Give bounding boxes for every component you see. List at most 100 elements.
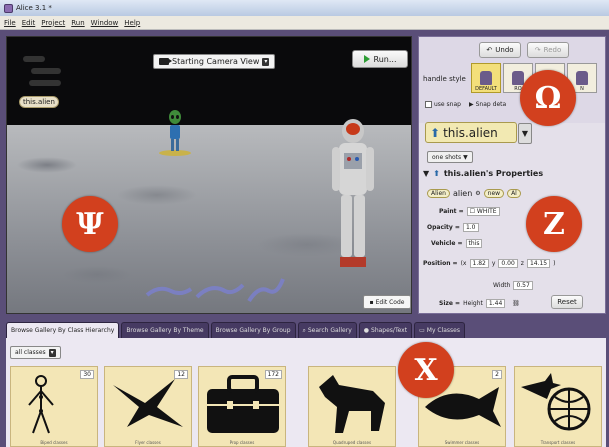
position-close-paren: ) [553, 260, 556, 267]
figure-icon [512, 71, 524, 85]
tile-name: Transport classes [540, 440, 576, 445]
paint-row: Paint = ☐ WHITE [439, 207, 500, 216]
menu-help[interactable]: Help [124, 19, 140, 27]
undo-label: Undo [495, 46, 514, 54]
tab-search[interactable]: ⌕ Search Gallery [297, 322, 357, 338]
camera-view-dropdown[interactable]: Starting Camera View ▾ [153, 54, 276, 69]
position-y-field[interactable]: 0.00 [498, 259, 518, 268]
title-bar: Alice 3.1 * [0, 0, 609, 16]
menu-run[interactable]: Run [71, 19, 84, 27]
height-label: Height [463, 300, 483, 307]
alien-model[interactable] [157, 109, 193, 157]
width-label: Width [493, 282, 511, 289]
width-field[interactable]: 0.57 [513, 281, 533, 290]
triangle-right-icon: ▶ [469, 101, 474, 108]
menu-bar: File Edit Project Run Window Help [0, 16, 609, 30]
dog-icon [319, 375, 385, 433]
position-x-label: (x [460, 260, 467, 267]
tab-group[interactable]: Browse Gallery By Group [210, 322, 296, 338]
run-button[interactable]: Run... [352, 50, 408, 68]
menu-edit[interactable]: Edit [22, 19, 36, 27]
size-label: Size = [439, 300, 461, 307]
vehicle-value[interactable]: this [465, 239, 483, 248]
gallery-tile-transport[interactable]: Transport classes [514, 366, 602, 447]
app-icon [4, 3, 13, 13]
gear-icon[interactable]: ⚙ [475, 190, 480, 197]
badge-zeta: Z [526, 196, 582, 252]
undo-button[interactable]: ↶ Undo [479, 42, 521, 58]
camera-icon [159, 58, 172, 65]
tile-name: Prop classes [229, 440, 255, 445]
gallery-tile-biped[interactable]: 30 Biped classes [10, 366, 98, 447]
scene-object-marker[interactable] [23, 56, 45, 62]
badge-omega: Ω [520, 70, 576, 126]
gallery-tile-prop[interactable]: 172 Prop classes [198, 366, 286, 447]
properties-header-text: this.alien's Properties [443, 169, 544, 178]
gallery-tile-flyer[interactable]: 12 Flyer classes [104, 366, 192, 447]
tab-class-hierarchy[interactable]: Browse Gallery By Class Hierarchy [6, 322, 120, 338]
menu-file[interactable]: File [4, 19, 16, 27]
properties-panel: ↶ Undo ↷ Redo handle style DEFAULT RO N … [418, 36, 606, 314]
menu-project[interactable]: Project [41, 19, 65, 27]
class-filter-dropdown[interactable]: all classes ▾ [10, 346, 61, 359]
tab-label: My Classes [426, 327, 461, 334]
scene-object-marker[interactable] [31, 68, 61, 74]
tab-my-classes[interactable]: ▭ My Classes [414, 322, 466, 338]
object-selector[interactable]: ⬆ this.alien ▼ [425, 122, 532, 144]
properties-header[interactable]: ▼ ⬆ this.alien's Properties [423, 169, 543, 178]
code-icon: ▪ [369, 298, 374, 306]
search-icon: ⌕ [302, 326, 306, 334]
edit-code-label: Edit Code [375, 298, 405, 306]
tab-theme[interactable]: Browse Gallery By Theme [121, 322, 209, 338]
paint-value[interactable]: ☐ WHITE [466, 207, 500, 216]
menu-window[interactable]: Window [91, 19, 119, 27]
link-icon[interactable]: ⛓ [512, 300, 520, 307]
position-z-field[interactable]: 14.15 [526, 259, 551, 268]
opacity-row: Opacity = 1.0 [427, 223, 479, 232]
scene-object-marker[interactable] [29, 80, 61, 86]
new-class-pill[interactable]: Al [507, 189, 521, 198]
selected-object-tag[interactable]: this.alien [19, 96, 59, 108]
chevron-down-icon[interactable]: ▼ [518, 123, 532, 144]
use-snap-checkbox[interactable]: use snap [425, 101, 461, 108]
reset-label: Reset [557, 298, 577, 306]
astronaut-model[interactable] [329, 117, 377, 271]
paint-value-text: WHITE [476, 208, 497, 215]
snap-details-label: Snap deta [475, 101, 507, 108]
gallery-tile-quadruped[interactable]: Quadruped classes [308, 366, 396, 447]
chevron-down-icon: ▾ [48, 348, 56, 357]
redo-button[interactable]: ↷ Redo [527, 42, 569, 58]
handle-style-default[interactable]: DEFAULT [471, 63, 501, 93]
one-shots-dropdown[interactable]: one shots ▼ [427, 151, 473, 163]
scene-view[interactable]: Starting Camera View ▾ Run... this.alien… [6, 36, 412, 314]
new-pill[interactable]: new [483, 189, 505, 198]
alien-icon: ⬆ [430, 125, 441, 140]
position-label: Position = [423, 260, 458, 267]
position-x-field[interactable]: 1.82 [469, 259, 489, 268]
paint-label: Paint = [439, 208, 464, 215]
edit-code-button[interactable]: ▪ Edit Code [363, 295, 411, 309]
class-row: Alien alien ⚙ new Al [427, 189, 521, 198]
width-row: Width 0.57 [493, 281, 533, 290]
height-field[interactable]: 1.44 [485, 299, 506, 308]
tab-label: Shapes/Text [371, 327, 408, 334]
tile-name: Quadruped classes [332, 440, 372, 445]
vehicle-row: Vehicle = this [431, 239, 483, 248]
class-pill: Alien [427, 189, 450, 198]
tab-shapes-text[interactable]: ● Shapes/Text [358, 322, 413, 338]
redo-label: Redo [543, 46, 562, 54]
gallery-tabs: Browse Gallery By Class Hierarchy Browse… [6, 322, 606, 338]
play-icon [363, 55, 370, 63]
opacity-value[interactable]: 1.0 [462, 223, 479, 232]
tile-count: 172 [264, 370, 282, 379]
badge-chi: X [398, 342, 454, 398]
gallery-panel: all classes ▾ 30 Biped classes 12 Flyer … [6, 338, 606, 447]
reset-button[interactable]: Reset [551, 295, 583, 309]
scene-sky [7, 37, 411, 125]
globe-plane-icon [521, 373, 591, 431]
tile-name: Biped classes [40, 440, 68, 445]
position-y-label: y [491, 260, 496, 267]
camera-view-label: Starting Camera View [172, 57, 260, 66]
snap-details-toggle[interactable]: ▶ Snap deta [469, 101, 506, 108]
chevron-down-icon: ▼ [463, 153, 468, 161]
